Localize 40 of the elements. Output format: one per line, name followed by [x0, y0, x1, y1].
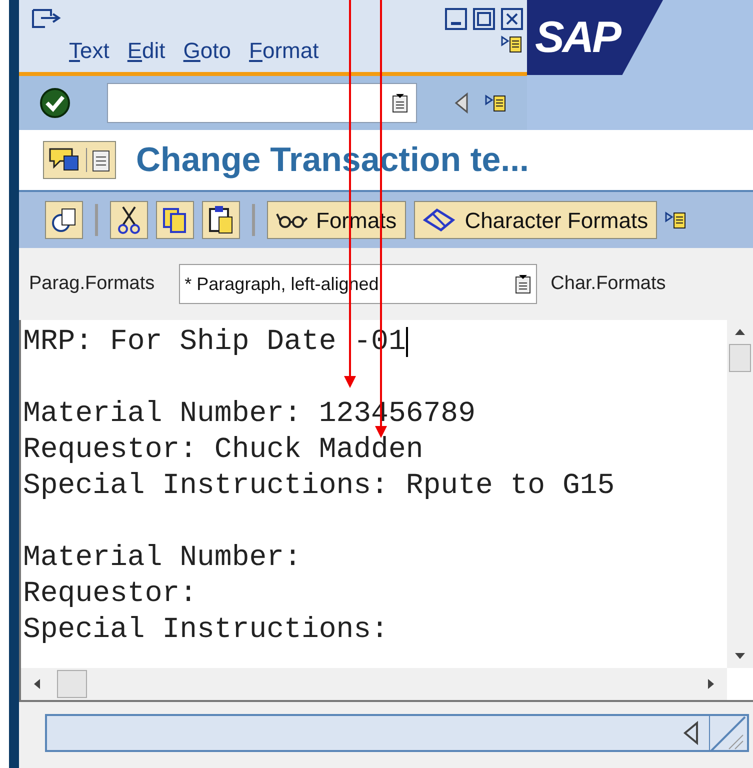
- cut-icon[interactable]: [110, 201, 148, 239]
- menu-item[interactable]: Edit: [127, 34, 166, 67]
- menu-item[interactable]: Format: [249, 34, 319, 67]
- scroll-down-icon[interactable]: [734, 652, 746, 660]
- command-field[interactable]: [107, 83, 417, 123]
- system-menu-icon[interactable]: [31, 8, 61, 30]
- collapse-icon[interactable]: [681, 720, 701, 746]
- format-button[interactable]: Character Formats: [414, 201, 658, 239]
- copy-icon[interactable]: [156, 201, 194, 239]
- char-formats-label: Char.Formats: [550, 272, 666, 296]
- scroll-right-icon[interactable]: [707, 678, 715, 690]
- menu-item[interactable]: Goto: [183, 34, 232, 67]
- close-icon[interactable]: [501, 8, 523, 30]
- text-line: Special Instructions: Rpute to G15: [23, 468, 615, 504]
- vertical-scrollbar[interactable]: [727, 320, 753, 668]
- scroll-thumb[interactable]: [57, 670, 87, 698]
- dropdown-icon[interactable]: [392, 93, 408, 113]
- scroll-left-icon[interactable]: [33, 678, 41, 690]
- eraser-icon: [422, 207, 457, 233]
- text-line: Special Instructions:: [23, 612, 388, 648]
- text-line: Requestor:: [23, 576, 198, 612]
- horizontal-scrollbar[interactable]: [21, 668, 727, 700]
- logo: SAP: [527, 0, 663, 75]
- scroll-up-icon[interactable]: [734, 328, 746, 336]
- minimize-icon[interactable]: [445, 8, 467, 30]
- scroll-thumb[interactable]: [729, 344, 751, 372]
- text-line: Material Number:: [23, 540, 302, 576]
- more-icon[interactable]: [485, 93, 507, 113]
- maximize-icon[interactable]: [473, 8, 495, 30]
- back-icon[interactable]: [453, 92, 469, 114]
- more-icon[interactable]: [501, 34, 523, 54]
- resize-grip-icon[interactable]: [709, 715, 747, 751]
- display-icon[interactable]: [45, 201, 83, 239]
- paragraph-formats-label: Parag.Formats: [29, 272, 155, 296]
- text-line: Requestor: Chuck Madden: [23, 432, 424, 468]
- paste-icon[interactable]: [202, 201, 240, 239]
- dropdown-icon[interactable]: [514, 274, 531, 294]
- menu-item[interactable]: Text: [69, 34, 110, 67]
- check-icon[interactable]: [39, 87, 71, 119]
- more-icon[interactable]: [665, 210, 688, 230]
